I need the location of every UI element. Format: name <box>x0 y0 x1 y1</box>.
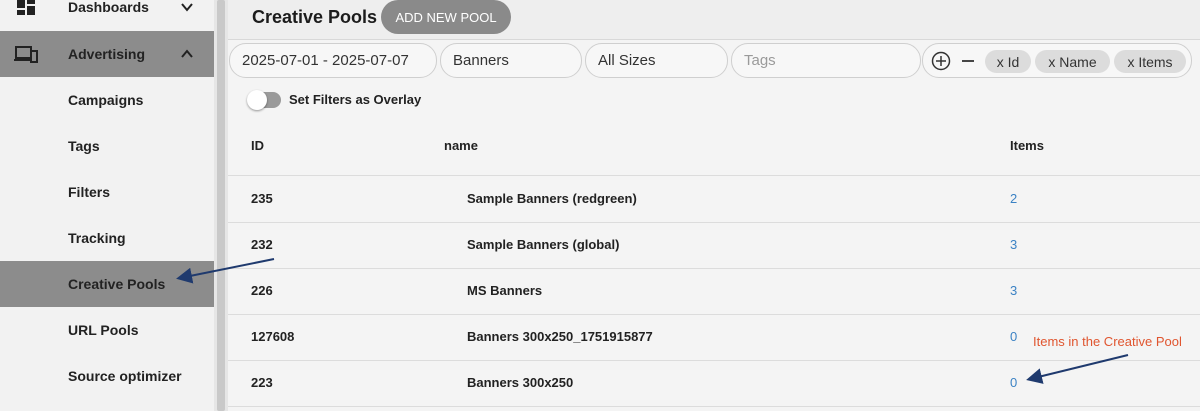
column-header-id[interactable]: ID <box>251 138 264 153</box>
table-row[interactable]: 235 Sample Banners (redgreen) 2 <box>228 177 1200 223</box>
cell-id: 235 <box>251 191 273 206</box>
overlay-toggle-label: Set Filters as Overlay <box>289 92 422 107</box>
add-column-icon[interactable] <box>931 51 951 71</box>
sidebar-item-url-pools[interactable]: URL Pools <box>0 307 214 353</box>
sidebar-item-tags[interactable]: Tags <box>0 123 214 169</box>
page-header: Creative Pools ADD NEW POOL <box>228 0 1200 40</box>
cell-items-link[interactable]: 3 <box>1010 237 1017 252</box>
column-chip-name[interactable]: x Name <box>1035 50 1110 73</box>
sidebar-item-label: URL Pools <box>68 322 139 338</box>
page-title: Creative Pools <box>252 7 378 27</box>
sidebar-item-label: Dashboards <box>68 0 149 15</box>
sidebar: Dashboards Advertising Campaigns Tags Fi… <box>0 0 214 411</box>
date-range-input[interactable]: 2025-07-01 - 2025-07-07 <box>229 43 437 78</box>
sidebar-item-filters[interactable]: Filters <box>0 169 214 215</box>
sidebar-item-label: Tracking <box>68 230 126 246</box>
size-select[interactable]: All Sizes <box>585 43 728 78</box>
type-select[interactable]: Banners <box>440 43 582 78</box>
cell-items-link[interactable]: 2 <box>1010 191 1017 206</box>
sidebar-item-advertising[interactable]: Advertising <box>0 31 214 77</box>
column-chip-id[interactable]: x Id <box>985 50 1031 73</box>
column-selector: x Id x Name x Items <box>922 43 1192 78</box>
column-chip-items[interactable]: x Items <box>1114 50 1186 73</box>
cell-id: 223 <box>251 375 273 390</box>
cell-name: MS Banners <box>467 283 543 298</box>
cell-id: 232 <box>251 237 273 252</box>
cell-name: Sample Banners (global) <box>467 237 620 252</box>
cell-items-link[interactable]: 0 <box>1010 329 1017 344</box>
overlay-toggle[interactable] <box>247 90 281 110</box>
sidebar-item-tracking[interactable]: Tracking <box>0 215 214 261</box>
chevron-up-icon[interactable] <box>180 47 194 61</box>
table-header: ID name Items <box>228 122 1200 176</box>
sidebar-item-label: Creative Pools <box>68 276 166 292</box>
column-header-items[interactable]: Items <box>1010 138 1044 153</box>
sidebar-item-label: Source optimizer <box>68 368 182 384</box>
annotation-text: Items in the Creative Pool <box>1033 334 1182 349</box>
sidebar-item-dashboards[interactable]: Dashboards <box>0 0 214 30</box>
sidebar-item-source-optimizer[interactable]: Source optimizer <box>0 353 214 399</box>
add-new-pool-button[interactable]: ADD NEW POOL <box>381 0 511 34</box>
sidebar-item-campaigns[interactable]: Campaigns <box>0 77 214 123</box>
column-header-name[interactable]: name <box>444 138 478 153</box>
table-row[interactable]: 226 MS Banners 3 <box>228 269 1200 315</box>
cell-id: 127608 <box>251 329 295 344</box>
table-row[interactable]: 223 Banners 300x250 0 <box>228 361 1200 407</box>
cell-name: Banners 300x250 <box>467 375 574 390</box>
cell-name: Banners 300x250_1751915877 <box>467 329 653 344</box>
sidebar-item-label: Filters <box>68 184 111 200</box>
chevron-down-icon[interactable] <box>180 0 194 14</box>
cell-id: 226 <box>251 283 273 298</box>
tags-input[interactable]: Tags <box>731 43 921 78</box>
sidebar-item-creative-pools[interactable]: Creative Pools <box>0 261 214 307</box>
cell-items-link[interactable]: 3 <box>1010 283 1017 298</box>
sidebar-scrollbar[interactable] <box>214 0 228 411</box>
cell-items-link[interactable]: 0 <box>1010 375 1017 390</box>
sidebar-item-label: Campaigns <box>68 92 144 108</box>
table-row[interactable]: 232 Sample Banners (global) 3 <box>228 223 1200 269</box>
cell-name: Sample Banners (redgreen) <box>467 191 637 206</box>
devices-icon <box>14 46 38 63</box>
scrollbar-thumb[interactable] <box>217 0 225 411</box>
sidebar-item-label: Tags <box>68 138 100 154</box>
toggle-knob <box>247 90 267 110</box>
dashboard-icon <box>17 0 35 15</box>
remove-column-icon[interactable] <box>959 51 977 71</box>
sidebar-item-label: Advertising <box>68 46 146 62</box>
